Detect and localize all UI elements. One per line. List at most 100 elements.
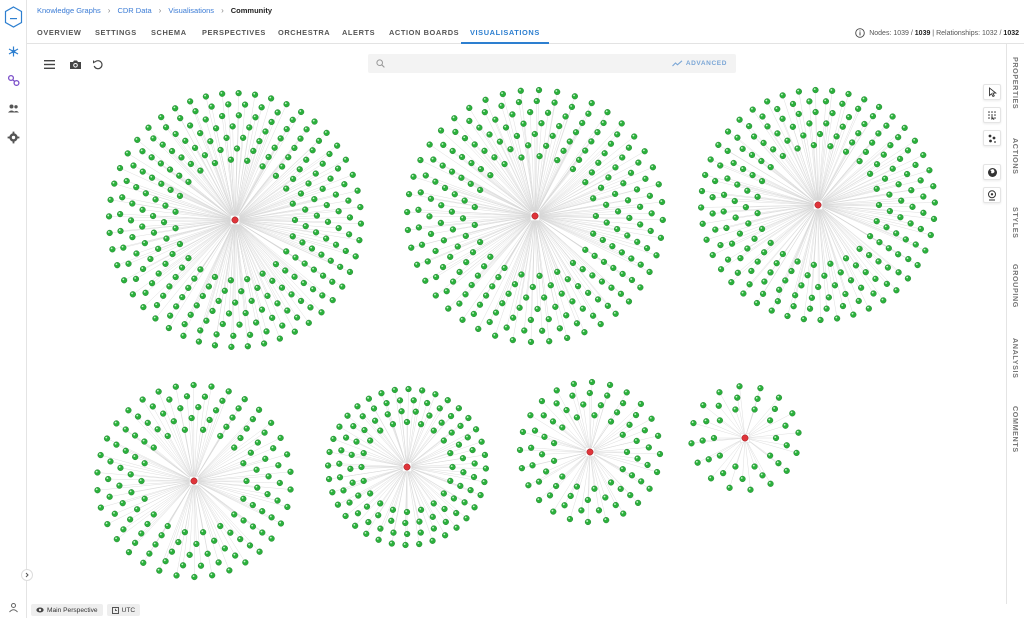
leaf-node[interactable] (334, 501, 342, 508)
leaf-node[interactable] (875, 130, 882, 137)
leaf-node[interactable] (329, 489, 336, 496)
leaf-node[interactable] (139, 168, 146, 175)
leaf-node[interactable] (839, 100, 846, 107)
leaf-node[interactable] (276, 479, 283, 487)
leaf-node[interactable] (453, 509, 460, 517)
leaf-node[interactable] (646, 268, 653, 276)
tab-schema[interactable]: SCHEMA (149, 22, 189, 44)
leaf-node[interactable] (260, 340, 268, 347)
leaf-node[interactable] (635, 159, 642, 166)
leaf-node[interactable] (417, 529, 424, 536)
pointer-icon[interactable] (983, 84, 1001, 100)
leaf-node[interactable] (481, 109, 488, 116)
leaf-node[interactable] (603, 201, 610, 208)
leaf-node[interactable] (240, 495, 247, 502)
side-tab-styles[interactable]: STYLES (1011, 207, 1020, 239)
leaf-node[interactable] (361, 426, 368, 434)
leaf-node[interactable] (527, 316, 534, 324)
leaf-node[interactable] (104, 521, 111, 528)
leaf-node[interactable] (183, 393, 191, 400)
leaf-node[interactable] (592, 212, 599, 220)
graph-icon[interactable] (4, 42, 23, 61)
leaf-node[interactable] (312, 229, 320, 236)
leaf-node[interactable] (219, 397, 226, 404)
leaf-node[interactable] (167, 186, 174, 193)
leaf-node[interactable] (426, 412, 433, 419)
leaf-node[interactable] (223, 423, 230, 430)
leaf-node[interactable] (139, 223, 146, 230)
leaf-node[interactable] (422, 172, 429, 179)
leaf-node[interactable] (740, 165, 747, 173)
leaf-node[interactable] (579, 305, 586, 312)
leaf-node[interactable] (217, 146, 224, 154)
leaf-node[interactable] (884, 264, 892, 271)
leaf-node[interactable] (153, 302, 161, 309)
leaf-node[interactable] (449, 147, 456, 155)
leaf-node[interactable] (927, 231, 934, 239)
leaf-node[interactable] (365, 395, 372, 402)
leaf-node[interactable] (634, 499, 642, 507)
leaf-node[interactable] (481, 147, 488, 154)
leaf-node[interactable] (754, 258, 761, 265)
leaf-node[interactable] (496, 138, 503, 145)
leaf-node[interactable] (259, 163, 266, 170)
leaf-node[interactable] (439, 263, 447, 271)
leaf-node[interactable] (289, 116, 296, 123)
leaf-node[interactable] (447, 477, 454, 485)
leaf-node[interactable] (231, 511, 238, 518)
leaf-node[interactable] (249, 523, 257, 530)
leaf-node[interactable] (160, 292, 167, 299)
leaf-node[interactable] (603, 517, 610, 524)
tab-settings[interactable]: SETTINGS (93, 22, 139, 44)
leaf-node[interactable] (227, 529, 234, 536)
leaf-node[interactable] (702, 171, 709, 179)
leaf-node[interactable] (784, 312, 791, 320)
leaf-node[interactable] (594, 296, 602, 303)
leaf-node[interactable] (119, 194, 126, 201)
leaf-node[interactable] (588, 169, 595, 176)
leaf-node[interactable] (767, 164, 774, 171)
leaf-node[interactable] (363, 530, 370, 537)
leaf-node[interactable] (134, 506, 141, 513)
leaf-node[interactable] (852, 262, 860, 269)
leaf-node[interactable] (782, 422, 789, 429)
leaf-node[interactable] (383, 400, 390, 407)
leaf-node[interactable] (772, 434, 780, 442)
leaf-node[interactable] (709, 210, 716, 217)
leaf-node[interactable] (139, 148, 146, 155)
leaf-node[interactable] (475, 325, 482, 333)
leaf-node[interactable] (458, 153, 466, 161)
leaf-node[interactable] (829, 110, 836, 117)
leaf-node[interactable] (229, 414, 236, 421)
leaf-node[interactable] (842, 255, 850, 262)
leaf-node[interactable] (332, 241, 340, 248)
leaf-node[interactable] (904, 170, 911, 178)
leaf-node[interactable] (159, 141, 166, 148)
leaf-node[interactable] (750, 133, 758, 140)
leaf-node[interactable] (405, 385, 412, 393)
leaf-node[interactable] (875, 103, 883, 111)
leaf-node[interactable] (179, 294, 186, 301)
leaf-node[interactable] (469, 249, 477, 256)
leaf-node[interactable] (156, 567, 163, 574)
leaf-node[interactable] (905, 255, 912, 263)
leaf-node[interactable] (244, 343, 251, 350)
leaf-node[interactable] (277, 135, 284, 142)
leaf-node[interactable] (244, 276, 251, 283)
leaf-node[interactable] (620, 180, 627, 187)
leaf-node[interactable] (564, 276, 571, 283)
leaf-node[interactable] (327, 175, 334, 182)
leaf-node[interactable] (800, 316, 807, 323)
leaf-node[interactable] (352, 253, 359, 260)
leaf-node[interactable] (97, 451, 104, 459)
leaf-node[interactable] (309, 147, 316, 154)
leaf-node[interactable] (134, 413, 142, 420)
leaf-node[interactable] (131, 432, 139, 439)
leaf-node[interactable] (468, 159, 475, 167)
leaf-node[interactable] (920, 209, 927, 216)
leaf-node[interactable] (580, 401, 587, 408)
leaf-node[interactable] (603, 219, 610, 226)
leaf-node[interactable] (466, 104, 473, 112)
leaf-node[interactable] (597, 184, 605, 191)
leaf-node[interactable] (889, 165, 896, 172)
